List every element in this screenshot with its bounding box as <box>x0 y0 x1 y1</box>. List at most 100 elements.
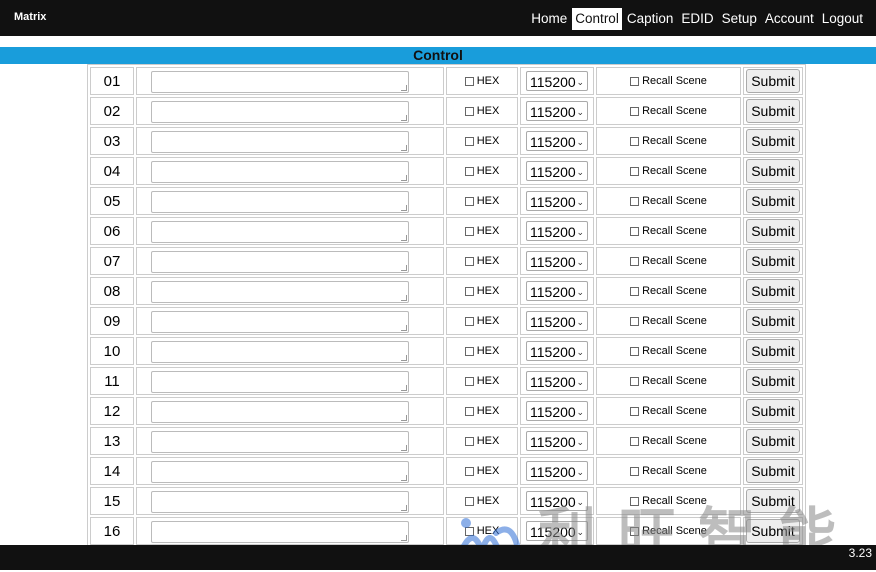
hex-checkbox[interactable] <box>464 496 474 506</box>
recall-scene-checkbox[interactable] <box>630 106 640 116</box>
recall-scene-checkbox[interactable] <box>630 286 640 296</box>
submit-button[interactable]: Submit <box>746 189 800 213</box>
recall-scene-checkbox[interactable] <box>630 376 640 386</box>
submit-button[interactable]: Submit <box>746 279 800 303</box>
command-textarea[interactable] <box>151 460 409 483</box>
baud-rate-select[interactable]: 115200 ⌄ <box>526 491 588 511</box>
command-textarea[interactable] <box>151 520 409 543</box>
hex-checkbox[interactable] <box>464 256 474 266</box>
recall-scene-checkbox[interactable] <box>630 436 640 446</box>
baud-rate-select[interactable]: 115200 ⌄ <box>526 281 588 301</box>
hex-option[interactable]: HEX <box>446 127 518 155</box>
recall-scene-checkbox[interactable] <box>630 316 640 326</box>
hex-option[interactable]: HEX <box>446 67 518 95</box>
recall-scene-option[interactable]: Recall Scene <box>596 67 741 95</box>
baud-rate-select[interactable]: 115200 ⌄ <box>526 221 588 241</box>
command-textarea[interactable] <box>151 400 409 423</box>
baud-rate-select[interactable]: 115200 ⌄ <box>526 371 588 391</box>
recall-scene-option[interactable]: Recall Scene <box>596 457 741 485</box>
hex-checkbox[interactable] <box>464 346 474 356</box>
baud-rate-select[interactable]: 115200 ⌄ <box>526 101 588 121</box>
hex-checkbox[interactable] <box>464 376 474 386</box>
hex-checkbox[interactable] <box>464 406 474 416</box>
recall-scene-option[interactable]: Recall Scene <box>596 247 741 275</box>
recall-scene-option[interactable]: Recall Scene <box>596 517 741 545</box>
recall-scene-option[interactable]: Recall Scene <box>596 187 741 215</box>
command-textarea[interactable] <box>151 490 409 513</box>
baud-rate-select[interactable]: 115200 ⌄ <box>526 191 588 211</box>
hex-option[interactable]: HEX <box>446 457 518 485</box>
baud-rate-select[interactable]: 115200 ⌄ <box>526 161 588 181</box>
nav-item-home[interactable]: Home <box>528 8 570 30</box>
baud-rate-select[interactable]: 115200 ⌄ <box>526 521 588 541</box>
recall-scene-checkbox[interactable] <box>630 496 640 506</box>
hex-checkbox[interactable] <box>464 316 474 326</box>
recall-scene-option[interactable]: Recall Scene <box>596 127 741 155</box>
command-textarea[interactable] <box>151 280 409 303</box>
submit-button[interactable]: Submit <box>746 69 800 93</box>
submit-button[interactable]: Submit <box>746 159 800 183</box>
command-textarea[interactable] <box>151 160 409 183</box>
recall-scene-option[interactable]: Recall Scene <box>596 277 741 305</box>
submit-button[interactable]: Submit <box>746 519 800 543</box>
hex-option[interactable]: HEX <box>446 397 518 425</box>
recall-scene-option[interactable]: Recall Scene <box>596 487 741 515</box>
baud-rate-select[interactable]: 115200 ⌄ <box>526 461 588 481</box>
submit-button[interactable]: Submit <box>746 309 800 333</box>
command-textarea[interactable] <box>151 130 409 153</box>
baud-rate-select[interactable]: 115200 ⌄ <box>526 401 588 421</box>
recall-scene-option[interactable]: Recall Scene <box>596 337 741 365</box>
submit-button[interactable]: Submit <box>746 369 800 393</box>
command-textarea[interactable] <box>151 70 409 93</box>
hex-option[interactable]: HEX <box>446 337 518 365</box>
baud-rate-select[interactable]: 115200 ⌄ <box>526 311 588 331</box>
baud-rate-select[interactable]: 115200 ⌄ <box>526 251 588 271</box>
recall-scene-checkbox[interactable] <box>630 226 640 236</box>
command-textarea[interactable] <box>151 190 409 213</box>
nav-item-logout[interactable]: Logout <box>819 8 866 30</box>
hex-checkbox[interactable] <box>464 136 474 146</box>
recall-scene-option[interactable]: Recall Scene <box>596 307 741 335</box>
command-textarea[interactable] <box>151 430 409 453</box>
hex-option[interactable]: HEX <box>446 307 518 335</box>
command-textarea[interactable] <box>151 220 409 243</box>
hex-option[interactable]: HEX <box>446 427 518 455</box>
recall-scene-option[interactable]: Recall Scene <box>596 397 741 425</box>
hex-checkbox[interactable] <box>464 76 474 86</box>
nav-item-account[interactable]: Account <box>762 8 817 30</box>
submit-button[interactable]: Submit <box>746 459 800 483</box>
baud-rate-select[interactable]: 115200 ⌄ <box>526 131 588 151</box>
submit-button[interactable]: Submit <box>746 129 800 153</box>
nav-item-caption[interactable]: Caption <box>624 8 677 30</box>
hex-option[interactable]: HEX <box>446 277 518 305</box>
baud-rate-select[interactable]: 115200 ⌄ <box>526 341 588 361</box>
hex-option[interactable]: HEX <box>446 247 518 275</box>
baud-rate-select[interactable]: 115200 ⌄ <box>526 71 588 91</box>
command-textarea[interactable] <box>151 310 409 333</box>
hex-checkbox[interactable] <box>464 526 474 536</box>
submit-button[interactable]: Submit <box>746 219 800 243</box>
nav-item-control[interactable]: Control <box>572 8 622 30</box>
baud-rate-select[interactable]: 115200 ⌄ <box>526 431 588 451</box>
recall-scene-option[interactable]: Recall Scene <box>596 427 741 455</box>
hex-checkbox[interactable] <box>464 286 474 296</box>
recall-scene-option[interactable]: Recall Scene <box>596 157 741 185</box>
command-textarea[interactable] <box>151 100 409 123</box>
hex-checkbox[interactable] <box>464 226 474 236</box>
nav-item-edid[interactable]: EDID <box>678 8 716 30</box>
hex-option[interactable]: HEX <box>446 217 518 245</box>
hex-checkbox[interactable] <box>464 106 474 116</box>
command-textarea[interactable] <box>151 370 409 393</box>
submit-button[interactable]: Submit <box>746 249 800 273</box>
nav-item-setup[interactable]: Setup <box>719 8 760 30</box>
hex-option[interactable]: HEX <box>446 487 518 515</box>
submit-button[interactable]: Submit <box>746 399 800 423</box>
recall-scene-checkbox[interactable] <box>630 526 640 536</box>
hex-option[interactable]: HEX <box>446 157 518 185</box>
recall-scene-option[interactable]: Recall Scene <box>596 97 741 125</box>
recall-scene-checkbox[interactable] <box>630 76 640 86</box>
hex-checkbox[interactable] <box>464 166 474 176</box>
submit-button[interactable]: Submit <box>746 489 800 513</box>
recall-scene-checkbox[interactable] <box>630 256 640 266</box>
hex-option[interactable]: HEX <box>446 517 518 545</box>
